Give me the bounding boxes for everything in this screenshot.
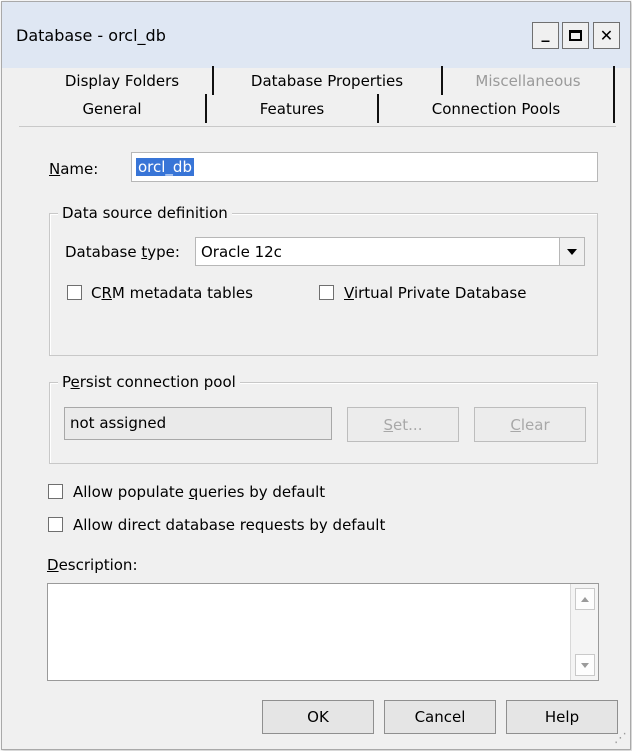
connection-pool-value: not assigned (70, 414, 167, 432)
crm-metadata-label: CRM metadata tables (91, 284, 253, 302)
persist-connection-pool-legend: Persist connection pool (58, 373, 240, 391)
virtual-private-database-checkbox[interactable] (319, 285, 334, 300)
allow-populate-queries-checkbox[interactable] (48, 484, 63, 499)
tab-general[interactable]: General (19, 94, 205, 123)
name-label: Name: (49, 160, 99, 178)
allow-direct-requests-checkbox[interactable] (48, 517, 63, 532)
scroll-up-button[interactable] (575, 588, 595, 610)
minimize-icon: _ (541, 23, 550, 42)
data-source-legend: Data source definition (58, 204, 232, 222)
maximize-button[interactable] (562, 22, 589, 49)
tab-label: Database Properties (250, 71, 404, 90)
tab-display-folders[interactable]: Display Folders (34, 66, 210, 95)
window-title: Database - orcl_db (16, 26, 166, 45)
maximize-icon (569, 30, 582, 41)
resize-grip-icon[interactable]: ⋰ (614, 731, 627, 746)
clear-button[interactable]: Clear (474, 407, 586, 442)
set-button[interactable]: Set... (347, 407, 459, 442)
chevron-down-icon (567, 248, 577, 255)
tab-label: General (82, 99, 142, 118)
allow-populate-queries-label: Allow populate queries by default (73, 483, 326, 501)
database-type-select[interactable]: Oracle 12c (195, 237, 585, 266)
tab-label: Miscellaneous (475, 71, 581, 90)
tab-connection-pools[interactable]: Connection Pools (379, 94, 613, 123)
virtual-private-database-label: Virtual Private Database (344, 284, 527, 302)
tab-label: Features (259, 99, 325, 118)
ok-button[interactable]: OK (262, 700, 374, 734)
close-button[interactable]: ✕ (593, 22, 620, 49)
description-label: Description: (47, 556, 138, 574)
tab-label: Display Folders (64, 71, 180, 90)
minimize-button[interactable]: _ (532, 22, 559, 49)
tab-label: Connection Pools (431, 99, 561, 118)
crm-metadata-checkbox[interactable] (67, 285, 82, 300)
scroll-down-button[interactable] (575, 654, 595, 676)
database-dialog: Database - orcl_db _ ✕ Display Folders D… (1, 1, 631, 750)
database-type-label: Database type: (65, 243, 180, 261)
close-icon: ✕ (599, 26, 614, 45)
database-type-value: Oracle 12c (201, 243, 282, 261)
name-value: orcl_db (136, 158, 194, 176)
cancel-button[interactable]: Cancel (384, 700, 496, 734)
connection-pool-field: not assigned (64, 407, 332, 440)
name-input[interactable]: orcl_db (131, 152, 598, 182)
tab-features[interactable]: Features (207, 94, 377, 123)
tab-database-properties[interactable]: Database Properties (214, 66, 440, 95)
tab-miscellaneous[interactable]: Miscellaneous (443, 66, 613, 95)
tab-divider (613, 94, 615, 123)
arrow-up-icon (581, 596, 589, 602)
dropdown-arrow-button[interactable] (559, 238, 584, 265)
tab-divider (613, 66, 615, 95)
help-button[interactable]: Help (506, 700, 618, 734)
description-scrollbar[interactable] (570, 584, 598, 680)
title-bar[interactable]: Database - orcl_db _ ✕ (2, 2, 630, 68)
arrow-down-icon (581, 662, 589, 668)
description-textarea[interactable] (47, 583, 599, 681)
allow-direct-requests-label: Allow direct database requests by defaul… (73, 516, 386, 534)
